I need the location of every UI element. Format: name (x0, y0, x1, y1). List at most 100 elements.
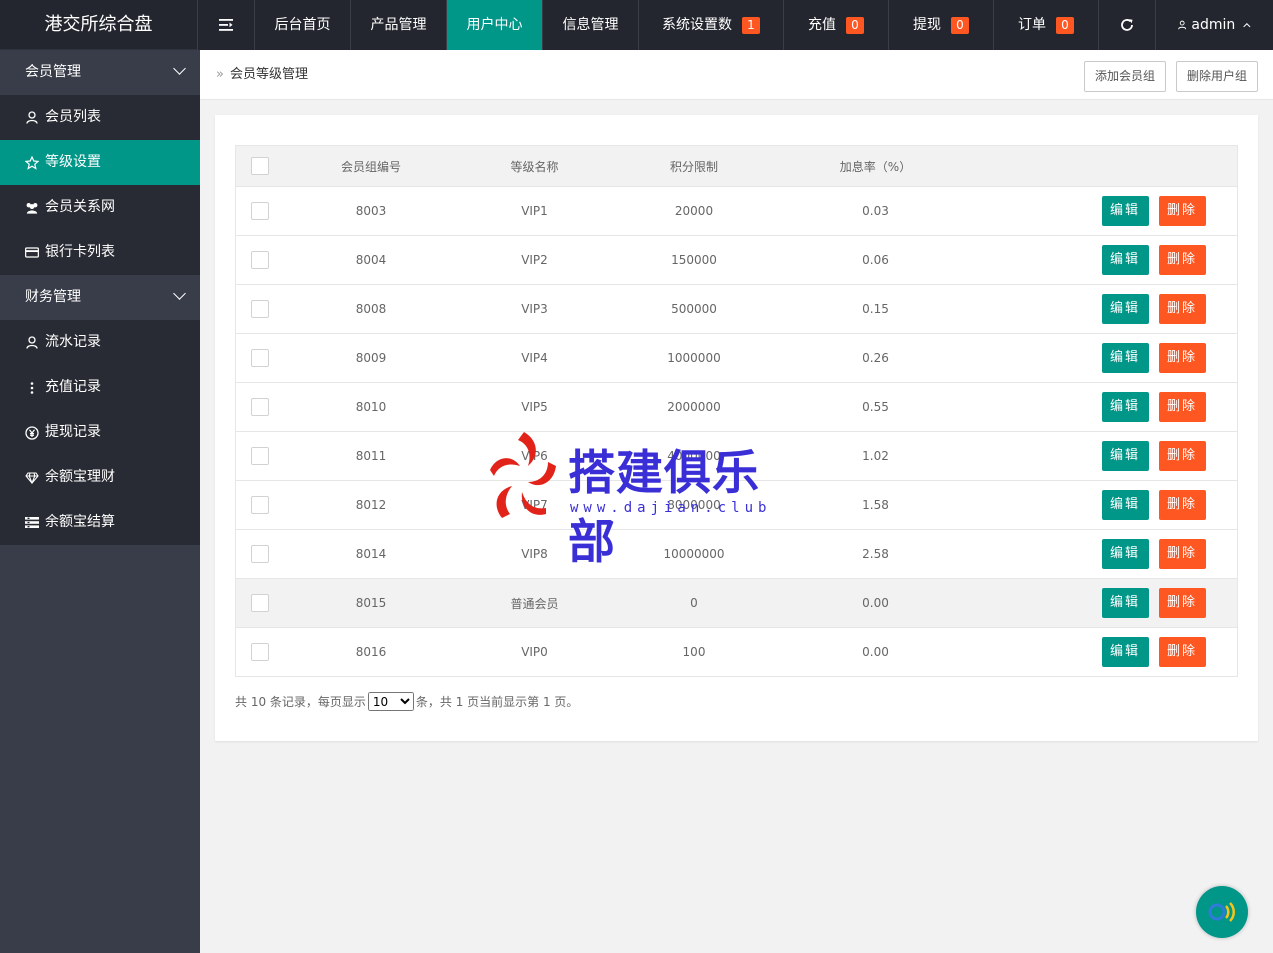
users-icon (25, 201, 39, 215)
delete-button[interactable]: 删除 (1158, 294, 1206, 324)
sidebar-item-label: 流水记录 (45, 334, 101, 350)
chevron-down-icon (173, 62, 186, 75)
sidebar-item-yuebao-finance[interactable]: 余额宝理财 (0, 455, 200, 500)
sidebar-item-label: 会员关系网 (45, 199, 115, 215)
nav-products[interactable]: 产品管理 (350, 0, 446, 50)
nav-withdraw[interactable]: 提现 0 (888, 0, 993, 50)
row-checkbox[interactable] (250, 300, 269, 318)
sidebar-item-member-network[interactable]: 会员关系网 (0, 185, 200, 230)
row-checkbox[interactable] (250, 349, 269, 367)
user-name: admin (1191, 17, 1236, 33)
watermark: 搭建俱乐部 www.dajian.club (488, 430, 788, 570)
pager-prefix: 共 10 条记录，每页显示 (235, 695, 366, 709)
cell-group-id: 8012 (283, 480, 459, 530)
cell-group-id: 8009 (283, 333, 459, 383)
user-icon (1178, 20, 1187, 30)
nav-orders[interactable]: 订单 0 (993, 0, 1098, 50)
edit-button[interactable]: 编辑 (1101, 637, 1149, 667)
row-checkbox[interactable] (250, 202, 269, 220)
delete-user-group-button[interactable]: 删除用户组 (1176, 61, 1258, 92)
refresh-button[interactable] (1098, 0, 1155, 50)
row-checkbox[interactable] (250, 251, 269, 269)
nav-info[interactable]: 信息管理 (542, 0, 638, 50)
sidebar-item-bank-cards[interactable]: 银行卡列表 (0, 230, 200, 275)
sidebar-item-member-list[interactable]: 会员列表 (0, 95, 200, 140)
nav-system[interactable]: 系统设置数 1 (638, 0, 783, 50)
credit-card-icon (25, 246, 39, 260)
delete-button[interactable]: 删除 (1158, 490, 1206, 520)
table-row: 8015 普通会员 0 0.00 编辑 删除 (235, 578, 1238, 628)
cell-group-id: 8014 (283, 529, 459, 579)
user-menu[interactable]: admin (1155, 0, 1273, 50)
sidebar-group-members-label: 会员管理 (25, 64, 81, 80)
nav-withdraw-badge: 0 (951, 16, 969, 34)
edit-button[interactable]: 编辑 (1101, 196, 1149, 226)
sidebar-item-yuebao-settlement[interactable]: 余额宝结算 (0, 500, 200, 545)
delete-button[interactable]: 删除 (1158, 588, 1206, 618)
top-bar: 港交所综合盘 后台首页 产品管理 用户中心 信息管理 系统设置数 1 充值 0 提现… (0, 0, 1273, 50)
table-row: 8003 VIP1 20000 0.03 编辑 删除 (235, 186, 1238, 236)
row-checkbox[interactable] (250, 643, 269, 661)
cell-level-name: 普通会员 (458, 578, 611, 628)
edit-button[interactable]: 编辑 (1101, 294, 1149, 324)
user-icon (25, 336, 39, 350)
nav-info-label: 信息管理 (562, 17, 619, 33)
sidebar-group-members[interactable]: 会员管理 (0, 50, 200, 95)
delete-button[interactable]: 删除 (1158, 441, 1206, 471)
delete-button[interactable]: 删除 (1158, 245, 1206, 275)
sidebar-group-finance[interactable]: 财务管理 (0, 275, 200, 320)
nav-recharge[interactable]: 充值 0 (783, 0, 888, 50)
sidebar-item-label: 余额宝结算 (45, 514, 115, 530)
sidebar-item-withdraw-records[interactable]: 提现记录 (0, 410, 200, 455)
cell-points-limit: 500000 (610, 284, 778, 334)
nav-withdraw-label: 提现 (913, 17, 941, 33)
header-points-limit: 积分限制 (610, 145, 778, 187)
cell-level-name: VIP2 (458, 235, 611, 285)
edit-button[interactable]: 编辑 (1101, 490, 1149, 520)
sidebar-item-transactions[interactable]: 流水记录 (0, 320, 200, 365)
nav-system-label: 系统设置数 (662, 17, 732, 33)
add-member-group-button[interactable]: 添加会员组 (1084, 61, 1166, 92)
edit-button[interactable]: 编辑 (1101, 343, 1149, 373)
sidebar-item-level-settings[interactable]: 等级设置 (0, 140, 200, 185)
header-actions (973, 145, 1238, 187)
edit-button[interactable]: 编辑 (1101, 245, 1149, 275)
page-size-select[interactable]: 10 (367, 692, 414, 711)
row-checkbox[interactable] (250, 594, 269, 612)
cell-interest-rate: 0.00 (777, 578, 974, 628)
row-checkbox[interactable] (250, 447, 269, 465)
delete-button[interactable]: 删除 (1158, 196, 1206, 226)
cell-group-id: 8011 (283, 431, 459, 481)
nav-home-label: 后台首页 (274, 17, 331, 33)
row-checkbox[interactable] (250, 545, 269, 563)
delete-button[interactable]: 删除 (1158, 343, 1206, 373)
chevron-down-icon (173, 287, 186, 300)
floating-assistant-button[interactable] (1196, 886, 1248, 938)
sidebar-item-recharge-records[interactable]: 充值记录 (0, 365, 200, 410)
cell-level-name: VIP3 (458, 284, 611, 334)
cell-level-name: VIP1 (458, 186, 611, 236)
sidebar: 会员管理 会员列表 等级设置 会员关系网 银行卡列表 财务管理 流水记录 充值记… (0, 50, 200, 953)
edit-button[interactable]: 编辑 (1101, 441, 1149, 471)
edit-button[interactable]: 编辑 (1101, 539, 1149, 569)
menu-toggle-button[interactable] (197, 0, 254, 50)
nav-user-center[interactable]: 用户中心 (446, 0, 542, 50)
edit-button[interactable]: 编辑 (1101, 588, 1149, 618)
breadcrumb-current: 会员等级管理 (229, 67, 308, 82)
delete-button[interactable]: 删除 (1158, 392, 1206, 422)
delete-button[interactable]: 删除 (1158, 539, 1206, 569)
nav-home[interactable]: 后台首页 (254, 0, 350, 50)
select-all-checkbox[interactable] (250, 157, 269, 175)
table-row: 8010 VIP5 2000000 0.55 编辑 删除 (235, 382, 1238, 432)
row-checkbox[interactable] (250, 398, 269, 416)
cell-points-limit: 2000000 (610, 382, 778, 432)
sidebar-group-finance-label: 财务管理 (25, 289, 81, 305)
sidebar-item-label: 提现记录 (45, 424, 101, 440)
table-header-row: 会员组编号 等级名称 积分限制 加息率（%） (235, 145, 1238, 187)
edit-button[interactable]: 编辑 (1101, 392, 1149, 422)
cell-level-name: VIP5 (458, 382, 611, 432)
cell-interest-rate: 0.00 (777, 627, 974, 677)
delete-button[interactable]: 删除 (1158, 637, 1206, 667)
row-checkbox[interactable] (250, 496, 269, 514)
cell-points-limit: 100 (610, 627, 778, 677)
